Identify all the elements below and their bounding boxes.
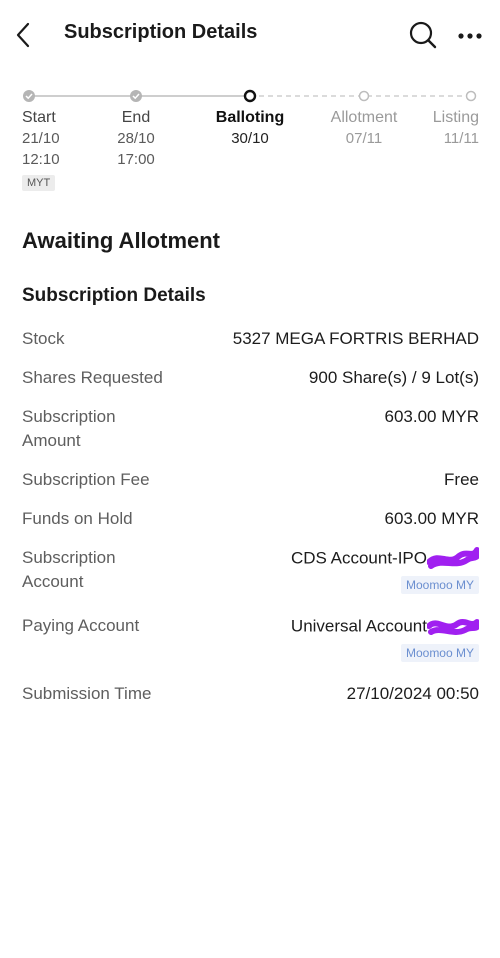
- funds-on-hold-label: Funds on Hold: [22, 509, 133, 528]
- subscription-amount-value: 603.00 MYR: [384, 407, 480, 426]
- submission-time-label: Submission Time: [22, 684, 152, 703]
- subscription-account-text: CDS Account-IPO: [290, 548, 427, 568]
- step-balloting-date: 30/10: [231, 130, 269, 147]
- subscription-amount-label: Subscription Amount: [22, 407, 116, 450]
- chevron-left-icon: [16, 22, 30, 48]
- step-dot-allotment: [358, 90, 370, 102]
- step-dot-end: [130, 90, 142, 102]
- step-listing-name: Listing: [432, 109, 479, 126]
- step-end: End 28/10 17:00: [117, 108, 155, 170]
- paying-account-broker-tag: Moomoo MY: [400, 644, 479, 662]
- status-heading: Awaiting Allotment: [22, 228, 220, 253]
- step-dot-listing: [465, 90, 477, 102]
- submission-time-value: 27/10/2024 00:50: [346, 684, 479, 703]
- timezone-badge: MYT: [22, 175, 56, 191]
- funds-on-hold-value: 603.00 MYR: [384, 509, 480, 528]
- shares-requested-label: Shares Requested: [22, 368, 163, 387]
- more-button[interactable]: [454, 22, 486, 50]
- page-title: Subscription Details: [64, 21, 258, 43]
- shares-requested-value: 900 Share(s) / 9 Lot(s): [308, 368, 479, 387]
- step-listing-date: 11/11: [443, 130, 479, 147]
- stock-label: Stock: [22, 329, 65, 348]
- paying-account-label: Paying Account: [22, 616, 140, 635]
- step-listing: Listing 11/11: [433, 108, 479, 149]
- subscription-account-label: Subscription Account: [22, 548, 116, 591]
- step-start-date: 21/10: [22, 130, 60, 147]
- paying-account-value: Universal Account: [291, 614, 479, 640]
- step-allotment-name: Allotment: [330, 109, 398, 126]
- step-balloting-name: Balloting: [215, 109, 285, 126]
- header-bar: Subscription Details: [0, 0, 500, 70]
- subscription-account-broker-tag: Moomoo MY: [400, 576, 479, 594]
- step-end-name: End: [121, 109, 151, 126]
- row-paying-account: Paying Account Universal Account Moomoo …: [22, 614, 479, 664]
- search-icon: [409, 21, 437, 49]
- timeline-track: [23, 89, 477, 103]
- subscription-fee-label: Subscription Fee: [22, 470, 150, 489]
- stock-value: 5327 MEGA FORTRIS BERHAD: [232, 329, 479, 348]
- more-horizontal-icon: [458, 33, 482, 39]
- step-end-date: 28/10: [117, 130, 155, 147]
- subscription-fee-value: Free: [444, 470, 479, 489]
- step-allotment: Allotment 07/11: [331, 108, 398, 149]
- search-button[interactable]: [407, 19, 439, 51]
- step-dot-start: [23, 90, 35, 102]
- step-allotment-date: 07/11: [345, 130, 383, 147]
- step-start-name: Start: [22, 109, 56, 126]
- redaction-scribble: [427, 547, 479, 569]
- step-start: Start 21/10 12:10 MYT: [22, 108, 60, 191]
- section-title: Subscription Details: [22, 285, 206, 306]
- step-dot-balloting: [243, 89, 257, 103]
- paying-account-text: Universal Account: [290, 616, 427, 636]
- step-end-time: 17:00: [117, 151, 155, 168]
- back-button[interactable]: [10, 18, 40, 52]
- redaction-scribble: [427, 619, 479, 635]
- row-subscription-account: Subscription Account CDS Account-IPO Moo…: [22, 546, 479, 596]
- subscription-account-value: CDS Account-IPO: [291, 546, 479, 572]
- step-balloting: Balloting 30/10: [216, 108, 284, 149]
- ipo-timeline: Start 21/10 12:10 MYT End 28/10 17:00 Ba…: [0, 84, 500, 194]
- step-start-time: 12:10: [22, 151, 60, 168]
